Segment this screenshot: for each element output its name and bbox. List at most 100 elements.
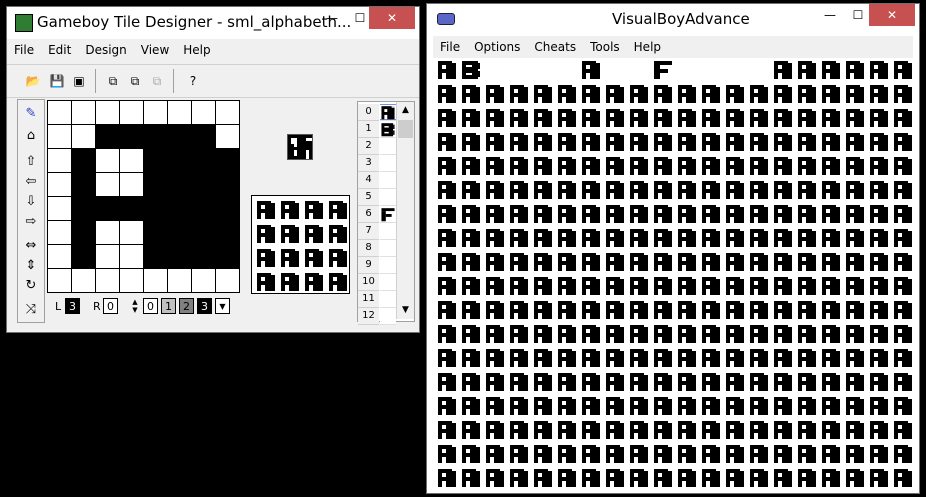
pixel-cell[interactable]: [192, 221, 215, 244]
pixel-cell[interactable]: [96, 125, 119, 148]
pixel-cell[interactable]: [168, 245, 191, 268]
pixel-cell[interactable]: [144, 101, 167, 124]
tile-thumbnail[interactable]: [380, 291, 396, 308]
tile-index[interactable]: 2: [358, 138, 379, 155]
palette-spinner[interactable]: ▲ ▼: [129, 298, 141, 314]
tile-index[interactable]: 10: [358, 274, 379, 291]
shift-up-icon[interactable]: ⇧: [21, 151, 41, 171]
flip-horizontal-icon[interactable]: ⇔: [21, 235, 41, 255]
export-icon[interactable]: ▣: [69, 71, 89, 91]
pixel-cell[interactable]: [144, 269, 167, 292]
pixel-cell[interactable]: [96, 245, 119, 268]
pixel-cell[interactable]: [216, 125, 239, 148]
tile-thumbnail[interactable]: [380, 121, 396, 138]
menu-design[interactable]: Design: [78, 43, 133, 57]
pixel-cell[interactable]: [72, 173, 95, 196]
pixel-cell[interactable]: [216, 221, 239, 244]
rotate-icon[interactable]: ↻: [21, 275, 41, 295]
pen-icon[interactable]: ✎: [21, 103, 41, 123]
color-0[interactable]: 0: [143, 298, 158, 314]
pixel-cell[interactable]: [72, 101, 95, 124]
tile-thumbnail[interactable]: [380, 308, 396, 325]
menu-edit[interactable]: Edit: [41, 43, 78, 57]
shift-left-icon[interactable]: ⇦: [21, 171, 41, 191]
pixel-cell[interactable]: [192, 197, 215, 220]
flip-vertical-icon[interactable]: ⇕: [21, 255, 41, 275]
pixel-cell[interactable]: [216, 101, 239, 124]
pixel-cell[interactable]: [168, 197, 191, 220]
vba-titlebar[interactable]: VisualBoyAdvance — ☐ ✕: [427, 4, 919, 36]
emulator-screen[interactable]: [436, 59, 914, 489]
pixel-cell[interactable]: [120, 269, 143, 292]
pixel-cell[interactable]: [216, 245, 239, 268]
pixel-cell[interactable]: [48, 197, 71, 220]
menu-cheats[interactable]: Cheats: [527, 40, 583, 54]
tile-thumbnail[interactable]: [380, 155, 396, 172]
pixel-cell[interactable]: [216, 149, 239, 172]
help-icon[interactable]: ?: [183, 71, 203, 91]
close-button[interactable]: ✕: [369, 7, 415, 29]
tile-thumbnail[interactable]: [380, 206, 396, 223]
color-3[interactable]: 3: [197, 298, 212, 314]
open-icon[interactable]: 📂: [23, 71, 43, 91]
pixel-cell[interactable]: [120, 173, 143, 196]
pixel-cell[interactable]: [168, 173, 191, 196]
tile-thumbnail[interactable]: [380, 172, 396, 189]
tile-index[interactable]: 12: [358, 308, 379, 325]
color-swap-icon[interactable]: ⤨: [21, 299, 41, 319]
pixel-cell[interactable]: [192, 149, 215, 172]
pixel-cell[interactable]: [144, 221, 167, 244]
tile-index[interactable]: 0: [358, 104, 379, 121]
pixel-cell[interactable]: [120, 245, 143, 268]
tile-thumbnail[interactable]: [380, 257, 396, 274]
tile-index[interactable]: 1: [358, 121, 379, 138]
tile-index[interactable]: 3: [358, 155, 379, 172]
tile-thumbnail[interactable]: [380, 274, 396, 291]
menu-file[interactable]: File: [7, 43, 41, 57]
pixel-cell[interactable]: [168, 269, 191, 292]
pixel-cell[interactable]: [96, 173, 119, 196]
pixel-cell[interactable]: [192, 173, 215, 196]
menu-view[interactable]: View: [134, 43, 176, 57]
left-color-value[interactable]: 3: [65, 298, 80, 314]
pixel-cell[interactable]: [48, 101, 71, 124]
menu-tools[interactable]: Tools: [583, 40, 627, 54]
scroll-down-icon[interactable]: ▼: [398, 303, 413, 318]
close-button[interactable]: ✕: [869, 4, 915, 26]
tile-list-scrollbar[interactable]: ▲ ▼: [396, 102, 414, 319]
pixel-cell[interactable]: [48, 125, 71, 148]
fill-icon[interactable]: ⌂: [21, 125, 41, 145]
pixel-cell[interactable]: [168, 149, 191, 172]
paste-icon[interactable]: ⧉: [125, 71, 145, 91]
tile-index[interactable]: 4: [358, 172, 379, 189]
pixel-cell[interactable]: [168, 125, 191, 148]
menu-help[interactable]: Help: [176, 43, 217, 57]
color-1[interactable]: 1: [161, 298, 176, 314]
pixel-cell[interactable]: [192, 245, 215, 268]
tile-index[interactable]: 8: [358, 240, 379, 257]
pixel-cell[interactable]: [144, 197, 167, 220]
pixel-cell[interactable]: [48, 245, 71, 268]
pixel-cell[interactable]: [48, 221, 71, 244]
pixel-cell[interactable]: [72, 197, 95, 220]
tile-thumbnail[interactable]: [380, 189, 396, 206]
right-color-value[interactable]: 0: [103, 298, 118, 314]
tile-thumbnail[interactable]: [380, 138, 396, 155]
pixel-cell[interactable]: [72, 221, 95, 244]
gbtd-titlebar[interactable]: Gameboy Tile Designer - sml_alphabeth...…: [7, 7, 419, 39]
scroll-thumb[interactable]: [398, 120, 413, 138]
shift-right-icon[interactable]: ⇨: [21, 211, 41, 231]
pixel-cell[interactable]: [120, 149, 143, 172]
shift-down-icon[interactable]: ⇩: [21, 191, 41, 211]
tile-index[interactable]: 11: [358, 291, 379, 308]
pixel-cell[interactable]: [144, 173, 167, 196]
tile-index[interactable]: 5: [358, 189, 379, 206]
pixel-cell[interactable]: [48, 269, 71, 292]
pixel-cell[interactable]: [168, 221, 191, 244]
pixel-cell[interactable]: [144, 125, 167, 148]
pixel-cell[interactable]: [96, 101, 119, 124]
pixel-cell[interactable]: [96, 269, 119, 292]
paste-disabled-icon[interactable]: ⧉: [147, 71, 167, 91]
pixel-cell[interactable]: [72, 245, 95, 268]
pixel-cell[interactable]: [120, 197, 143, 220]
